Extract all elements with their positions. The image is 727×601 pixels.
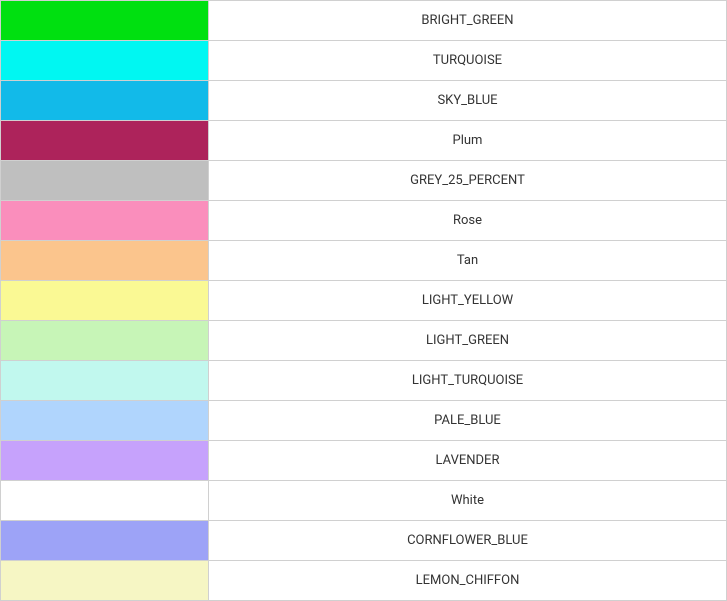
color-swatch	[1, 281, 208, 320]
color-swatch-cell	[1, 561, 209, 601]
table-row: LIGHT_YELLOW	[1, 281, 727, 321]
color-swatch	[1, 41, 208, 80]
color-name-cell: LIGHT_TURQUOISE	[209, 361, 727, 401]
color-name-cell: White	[209, 481, 727, 521]
color-name-cell: BRIGHT_GREEN	[209, 1, 727, 41]
table-row: BRIGHT_GREEN	[1, 1, 727, 41]
color-definition-table: BRIGHT_GREENTURQUOISESKY_BLUEPlumGREY_25…	[0, 0, 727, 601]
color-name-cell: LEMON_CHIFFON	[209, 561, 727, 601]
color-name-cell: GREY_25_PERCENT	[209, 161, 727, 201]
color-swatch-cell	[1, 41, 209, 81]
color-swatch	[1, 161, 208, 200]
color-swatch-cell	[1, 321, 209, 361]
color-swatch	[1, 561, 208, 600]
table-row: White	[1, 481, 727, 521]
table-row: CORNFLOWER_BLUE	[1, 521, 727, 561]
color-swatch	[1, 441, 208, 480]
color-name-cell: LIGHT_YELLOW	[209, 281, 727, 321]
color-swatch-cell	[1, 161, 209, 201]
color-swatch-cell	[1, 521, 209, 561]
table-row: LIGHT_GREEN	[1, 321, 727, 361]
color-swatch-cell	[1, 121, 209, 161]
table-row: LEMON_CHIFFON	[1, 561, 727, 601]
table-row: Tan	[1, 241, 727, 281]
color-name-cell: PALE_BLUE	[209, 401, 727, 441]
color-swatch	[1, 401, 208, 440]
table-row: PALE_BLUE	[1, 401, 727, 441]
color-swatch-cell	[1, 201, 209, 241]
color-swatch	[1, 1, 208, 40]
color-swatch	[1, 361, 208, 400]
color-swatch-cell	[1, 441, 209, 481]
color-table-body: BRIGHT_GREENTURQUOISESKY_BLUEPlumGREY_25…	[1, 1, 727, 601]
color-swatch	[1, 201, 208, 240]
color-swatch	[1, 121, 208, 160]
color-swatch-cell	[1, 1, 209, 41]
table-row: LIGHT_TURQUOISE	[1, 361, 727, 401]
color-name-cell: Plum	[209, 121, 727, 161]
table-row: TURQUOISE	[1, 41, 727, 81]
color-swatch	[1, 521, 208, 560]
color-name-cell: SKY_BLUE	[209, 81, 727, 121]
color-swatch-cell	[1, 481, 209, 521]
color-swatch-cell	[1, 401, 209, 441]
color-swatch	[1, 481, 208, 520]
color-swatch-cell	[1, 281, 209, 321]
color-name-cell: TURQUOISE	[209, 41, 727, 81]
color-name-cell: LIGHT_GREEN	[209, 321, 727, 361]
table-row: LAVENDER	[1, 441, 727, 481]
color-swatch	[1, 321, 208, 360]
table-row: Rose	[1, 201, 727, 241]
color-name-cell: LAVENDER	[209, 441, 727, 481]
color-swatch-cell	[1, 81, 209, 121]
table-row: GREY_25_PERCENT	[1, 161, 727, 201]
color-swatch	[1, 241, 208, 280]
color-swatch	[1, 81, 208, 120]
table-row: Plum	[1, 121, 727, 161]
color-swatch-cell	[1, 241, 209, 281]
color-name-cell: Tan	[209, 241, 727, 281]
table-row: SKY_BLUE	[1, 81, 727, 121]
color-swatch-cell	[1, 361, 209, 401]
color-name-cell: Rose	[209, 201, 727, 241]
color-name-cell: CORNFLOWER_BLUE	[209, 521, 727, 561]
